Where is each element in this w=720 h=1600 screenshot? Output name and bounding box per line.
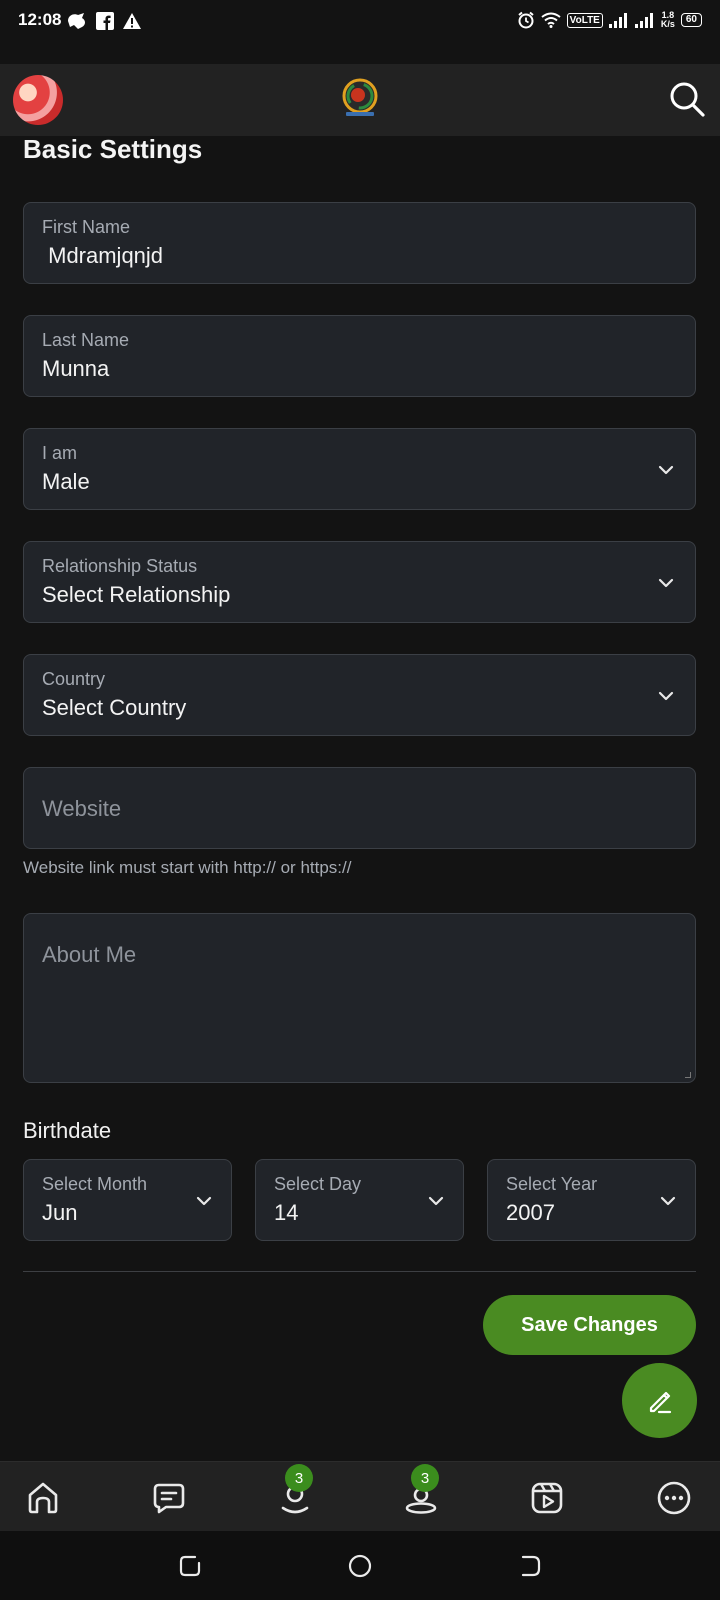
nav-messages[interactable] bbox=[145, 1474, 193, 1522]
notification-icons bbox=[66, 11, 142, 31]
signal-icon bbox=[608, 13, 627, 28]
network-speed: 1.8 K/s bbox=[660, 10, 675, 29]
nav-friend-requests[interactable]: 3 bbox=[271, 1464, 319, 1522]
signal-icon-2 bbox=[634, 13, 653, 28]
status-right: VoLTE 1.8 K/s 60 bbox=[517, 11, 702, 29]
last-name-field[interactable]: Last Name Munna bbox=[23, 315, 696, 397]
more-icon bbox=[657, 1481, 691, 1515]
wifi-icon bbox=[541, 12, 561, 28]
warning-icon bbox=[123, 13, 141, 29]
relationship-value: Select Relationship bbox=[42, 582, 231, 607]
system-navigation-bar bbox=[0, 1531, 720, 1600]
volte-badge: VoLTE bbox=[566, 12, 603, 28]
chevron-down-icon bbox=[196, 1196, 212, 1206]
app-header bbox=[0, 64, 720, 136]
country-value: Select Country bbox=[42, 695, 187, 720]
day-value: 14 bbox=[274, 1200, 299, 1225]
month-label: Select Month bbox=[42, 1174, 148, 1194]
year-value: 2007 bbox=[506, 1200, 555, 1225]
divider bbox=[23, 1271, 696, 1272]
gender-label: I am bbox=[42, 443, 78, 463]
last-name-label: Last Name bbox=[42, 330, 130, 350]
year-label: Select Year bbox=[506, 1174, 598, 1194]
app-logo-icon[interactable] bbox=[342, 78, 378, 118]
day-label: Select Day bbox=[274, 1174, 362, 1194]
resize-handle[interactable] bbox=[685, 1072, 691, 1078]
home-icon bbox=[28, 1482, 58, 1514]
nav-home[interactable] bbox=[19, 1474, 67, 1522]
save-changes-button[interactable]: Save Changes bbox=[483, 1295, 696, 1355]
pencil-icon bbox=[649, 1391, 671, 1413]
notifications-badge: 3 bbox=[411, 1464, 439, 1492]
country-select[interactable]: Country Select Country bbox=[23, 654, 696, 736]
last-name-value[interactable]: Munna bbox=[42, 356, 109, 382]
status-time: 12:08 bbox=[18, 10, 62, 29]
alarm-icon bbox=[518, 11, 534, 29]
chevron-down-icon bbox=[658, 691, 674, 701]
bottom-navigation: 3 3 bbox=[0, 1461, 720, 1531]
about-me-textarea[interactable]: About Me bbox=[23, 913, 696, 1083]
website-placeholder: Website bbox=[42, 796, 122, 821]
website-input[interactable]: Website bbox=[23, 767, 696, 849]
compose-fab[interactable] bbox=[622, 1363, 697, 1438]
notification-app-icon bbox=[68, 13, 85, 29]
nav-more[interactable] bbox=[650, 1474, 698, 1522]
video-icon bbox=[531, 1482, 563, 1514]
nav-reels[interactable] bbox=[523, 1474, 571, 1522]
nav-notifications[interactable]: 3 bbox=[397, 1464, 445, 1522]
birth-month-select[interactable]: Select Month Jun bbox=[23, 1159, 232, 1241]
gender-value: Male bbox=[42, 469, 90, 494]
first-name-label: First Name bbox=[42, 217, 131, 237]
search-icon[interactable] bbox=[668, 80, 706, 118]
battery-indicator: 60 bbox=[680, 13, 702, 27]
back-icon[interactable] bbox=[515, 1551, 545, 1581]
first-name-field[interactable]: First Name Mdramjqnjd bbox=[23, 202, 696, 284]
about-me-placeholder: About Me bbox=[42, 942, 137, 967]
birth-day-select[interactable]: Select Day 14 bbox=[255, 1159, 464, 1241]
home-button-icon[interactable] bbox=[345, 1551, 375, 1581]
user-avatar[interactable] bbox=[13, 75, 63, 125]
month-value: Jun bbox=[42, 1200, 78, 1225]
country-label: Country bbox=[42, 669, 106, 689]
relationship-select[interactable]: Relationship Status Select Relationship bbox=[23, 541, 696, 623]
gender-select[interactable]: I am Male bbox=[23, 428, 696, 510]
chevron-down-icon bbox=[658, 578, 674, 588]
facebook-icon bbox=[96, 12, 114, 30]
first-name-value[interactable]: Mdramjqnjd bbox=[42, 243, 163, 269]
friend-requests-badge: 3 bbox=[285, 1464, 313, 1492]
birthdate-label: Birthdate bbox=[23, 1118, 112, 1143]
relationship-label: Relationship Status bbox=[42, 556, 198, 576]
chevron-down-icon bbox=[658, 465, 674, 475]
chevron-down-icon bbox=[660, 1196, 676, 1206]
recents-icon[interactable] bbox=[175, 1551, 205, 1581]
page-title: Basic Settings bbox=[23, 134, 203, 164]
chat-icon bbox=[153, 1483, 185, 1514]
status-bar: 12:08 VoLTE 1.8 K/s 60 bbox=[0, 0, 720, 48]
chevron-down-icon bbox=[428, 1196, 444, 1206]
website-hint: Website link must start with http:// or … bbox=[23, 858, 352, 877]
birth-year-select[interactable]: Select Year 2007 bbox=[487, 1159, 696, 1241]
